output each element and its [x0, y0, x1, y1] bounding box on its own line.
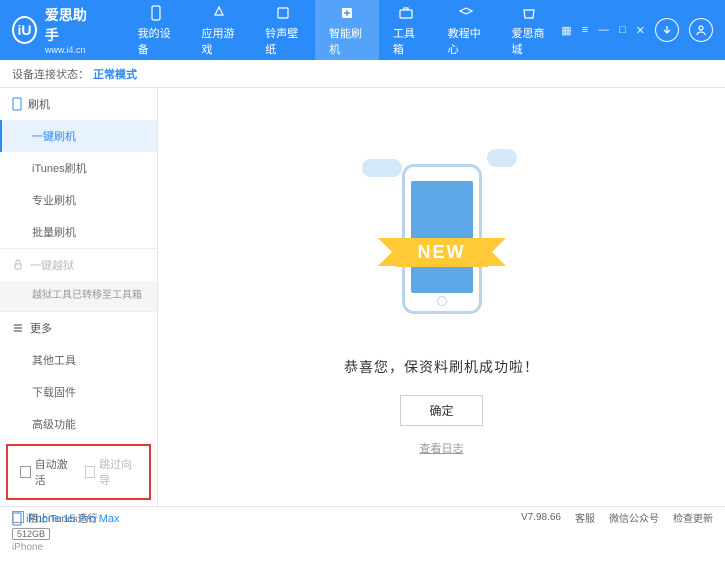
view-log-link[interactable]: 查看日志	[420, 440, 464, 456]
user-icon[interactable]	[689, 18, 713, 42]
success-message: 恭喜您，保资料刷机成功啦！	[344, 357, 539, 377]
toolbox-icon	[396, 3, 416, 23]
sidebar-section-more[interactable]: 更多	[0, 312, 157, 344]
maximize-icon[interactable]: □	[619, 24, 626, 36]
lock-icon	[12, 259, 24, 271]
window-controls: ▦ ≡ — □ ✕	[561, 18, 713, 42]
download-icon[interactable]	[655, 18, 679, 42]
checkbox-icon	[20, 466, 31, 478]
sidebar: 刷机 一键刷机 iTunes刷机 专业刷机 批量刷机 一键越狱 越狱工具已转移至…	[0, 88, 158, 506]
sidebar-item-pro[interactable]: 专业刷机	[0, 184, 157, 216]
nav-toolbox[interactable]: 工具箱	[379, 0, 434, 65]
footer-link-wechat[interactable]: 微信公众号	[609, 510, 659, 525]
store-icon	[519, 3, 539, 23]
sidebar-section-jailbreak[interactable]: 一键越狱	[0, 249, 157, 281]
app-url: www.i4.cn	[45, 45, 94, 55]
nav-store[interactable]: 爱思商城	[498, 0, 562, 65]
setting-icon[interactable]: ≡	[582, 24, 588, 36]
new-ribbon: NEW	[396, 238, 488, 267]
logo-icon: iU	[12, 16, 37, 44]
version-label: V7.98.66	[521, 512, 561, 523]
status-label: 设备连接状态：	[12, 66, 89, 82]
nav-apps[interactable]: 应用游戏	[187, 0, 251, 65]
top-nav: 我的设备 应用游戏 铃声壁纸 智能刷机 工具箱 教程中心 爱思商城	[124, 0, 562, 65]
checkbox-icon	[12, 511, 24, 523]
close-icon[interactable]: ✕	[636, 24, 645, 37]
sidebar-item-oneclick[interactable]: 一键刷机	[0, 120, 157, 152]
nav-ringtones[interactable]: 铃声壁纸	[251, 0, 315, 65]
flash-icon	[337, 3, 357, 23]
app-logo: iU 爱思助手 www.i4.cn	[12, 5, 94, 55]
nav-tutorials[interactable]: 教程中心	[434, 0, 498, 65]
cloud-icon	[487, 149, 517, 167]
minimize-icon[interactable]: —	[598, 24, 609, 36]
activation-options: 自动激活 跳过向导	[6, 444, 151, 500]
sidebar-item-other[interactable]: 其他工具	[0, 344, 157, 376]
cloud-icon	[362, 159, 402, 177]
list-icon	[12, 322, 24, 334]
footer-link-support[interactable]: 客服	[575, 510, 595, 525]
app-header: iU 爱思助手 www.i4.cn 我的设备 应用游戏 铃声壁纸 智能刷机 工具…	[0, 0, 725, 60]
footer-link-update[interactable]: 检查更新	[673, 510, 713, 525]
tutorial-icon	[456, 3, 476, 23]
nav-my-device[interactable]: 我的设备	[124, 0, 188, 65]
device-storage: 512GB	[12, 528, 50, 540]
sidebar-item-itunes[interactable]: iTunes刷机	[0, 152, 157, 184]
sidebar-section-flash[interactable]: 刷机	[0, 88, 157, 120]
ok-button[interactable]: 确定	[400, 395, 482, 426]
sidebar-jailbreak-note: 越狱工具已转移至工具箱	[0, 281, 157, 311]
apps-icon	[209, 3, 229, 23]
checkbox-icon	[85, 466, 96, 478]
checkbox-block-itunes[interactable]: 阻止iTunes运行	[12, 510, 98, 525]
device-type: iPhone	[12, 542, 145, 553]
ringtone-icon	[273, 3, 293, 23]
success-illustration: NEW	[352, 139, 532, 339]
sidebar-item-advanced[interactable]: 高级功能	[0, 408, 157, 440]
status-mode: 正常模式	[93, 66, 137, 82]
checkbox-auto-activate[interactable]: 自动激活	[20, 456, 73, 488]
phone-small-icon	[12, 97, 22, 111]
sidebar-item-download-fw[interactable]: 下载固件	[0, 376, 157, 408]
nav-flash[interactable]: 智能刷机	[315, 0, 379, 65]
checkbox-skip-setup[interactable]: 跳过向导	[85, 456, 138, 488]
sidebar-item-batch[interactable]: 批量刷机	[0, 216, 157, 248]
menu-icon[interactable]: ▦	[561, 24, 571, 37]
device-icon	[146, 3, 166, 23]
app-title: 爱思助手	[45, 5, 94, 45]
main-content: NEW 恭喜您，保资料刷机成功啦！ 确定 查看日志	[158, 88, 725, 506]
